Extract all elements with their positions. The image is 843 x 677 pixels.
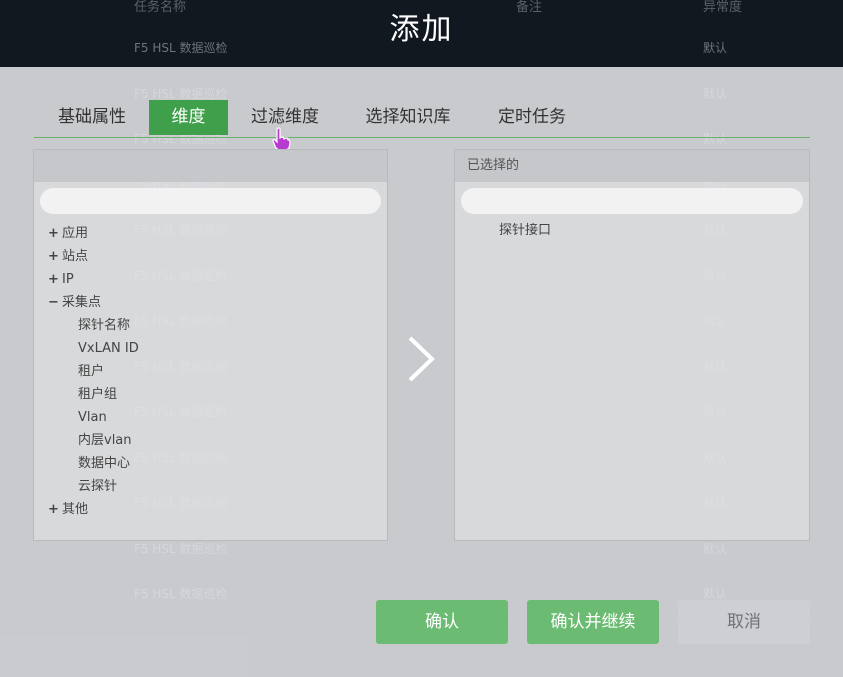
left-panel-header — [34, 150, 387, 182]
tree-item-label: 站点 — [62, 249, 89, 264]
tree-group-item[interactable]: + 其他 — [48, 498, 139, 521]
tab-scheduled-task[interactable]: 定时任务 — [486, 100, 578, 135]
tree-leaf-item[interactable]: 数据中心 — [48, 452, 139, 475]
confirm-continue-button[interactable]: 确认并继续 — [527, 600, 659, 644]
tree-item-label: 探针名称 — [78, 318, 131, 333]
tree-leaf-item[interactable]: 租户组 — [48, 383, 139, 406]
confirm-button[interactable]: 确认 — [376, 600, 508, 644]
tree-leaf-item[interactable]: 租户 — [48, 360, 139, 383]
selected-dimensions-panel: 已选择的 探针接口 — [454, 149, 810, 541]
tab-dimension[interactable]: 维度 — [149, 100, 228, 135]
right-search-input[interactable] — [461, 188, 803, 214]
tab-select-knowledge-base[interactable]: 选择知识库 — [354, 100, 462, 135]
tree-item-label: 其他 — [62, 502, 89, 517]
selected-item[interactable]: 探针接口 — [499, 222, 551, 240]
tree-item-label: 应用 — [62, 226, 89, 241]
expand-icon[interactable]: + — [48, 268, 62, 291]
tree-group-item[interactable]: + 站点 — [48, 245, 139, 268]
tree-leaf-item[interactable]: VxLAN ID — [48, 337, 139, 360]
tree-item-label: 租户 — [78, 364, 105, 379]
expand-icon[interactable]: + — [48, 498, 62, 521]
tree-leaf-item[interactable]: 探针名称 — [48, 314, 139, 337]
expand-icon[interactable]: + — [48, 222, 62, 245]
chevron-right-icon[interactable] — [404, 335, 438, 383]
dialog-title: 添加 — [389, 12, 454, 47]
available-dimensions-panel: + 应用 + 站点 + IP − 采集点 探针名称 VxLAN ID 租户 租户组 Vlan 内层vlan… — [33, 149, 388, 541]
tree-leaf-item[interactable]: 云探针 — [48, 475, 139, 498]
hand-cursor-icon — [272, 127, 291, 151]
tree-item-label: IP — [62, 272, 74, 287]
collapse-icon[interactable]: − — [48, 291, 62, 314]
tree-item-label: 采集点 — [62, 295, 102, 310]
tree-item-label: 数据中心 — [78, 456, 131, 471]
tree-item-label: Vlan — [78, 410, 107, 425]
tree-item-label: 云探针 — [78, 479, 118, 494]
tree-item-label: VxLAN ID — [78, 341, 139, 356]
expand-icon[interactable]: + — [48, 245, 62, 268]
tree-item-label: 内层vlan — [78, 433, 132, 448]
tree-group-item[interactable]: − 采集点 — [48, 291, 139, 314]
dialog-tabs: 基础属性 维度 过滤维度 选择知识库 定时任务 — [34, 100, 810, 138]
right-panel-header: 已选择的 — [455, 150, 809, 182]
cancel-button[interactable]: 取消 — [678, 600, 810, 644]
dimension-tree: + 应用 + 站点 + IP − 采集点 探针名称 VxLAN ID 租户 租户组 Vlan 内层vlan… — [48, 222, 139, 521]
tree-leaf-item[interactable]: 内层vlan — [48, 429, 139, 452]
tree-group-item[interactable]: + IP — [48, 268, 139, 291]
left-search-input[interactable] — [40, 188, 381, 214]
tree-group-item[interactable]: + 应用 — [48, 222, 139, 245]
tab-basic-properties[interactable]: 基础属性 — [46, 100, 138, 135]
tree-item-label: 租户组 — [78, 387, 118, 402]
tree-leaf-item[interactable]: Vlan — [48, 406, 139, 429]
